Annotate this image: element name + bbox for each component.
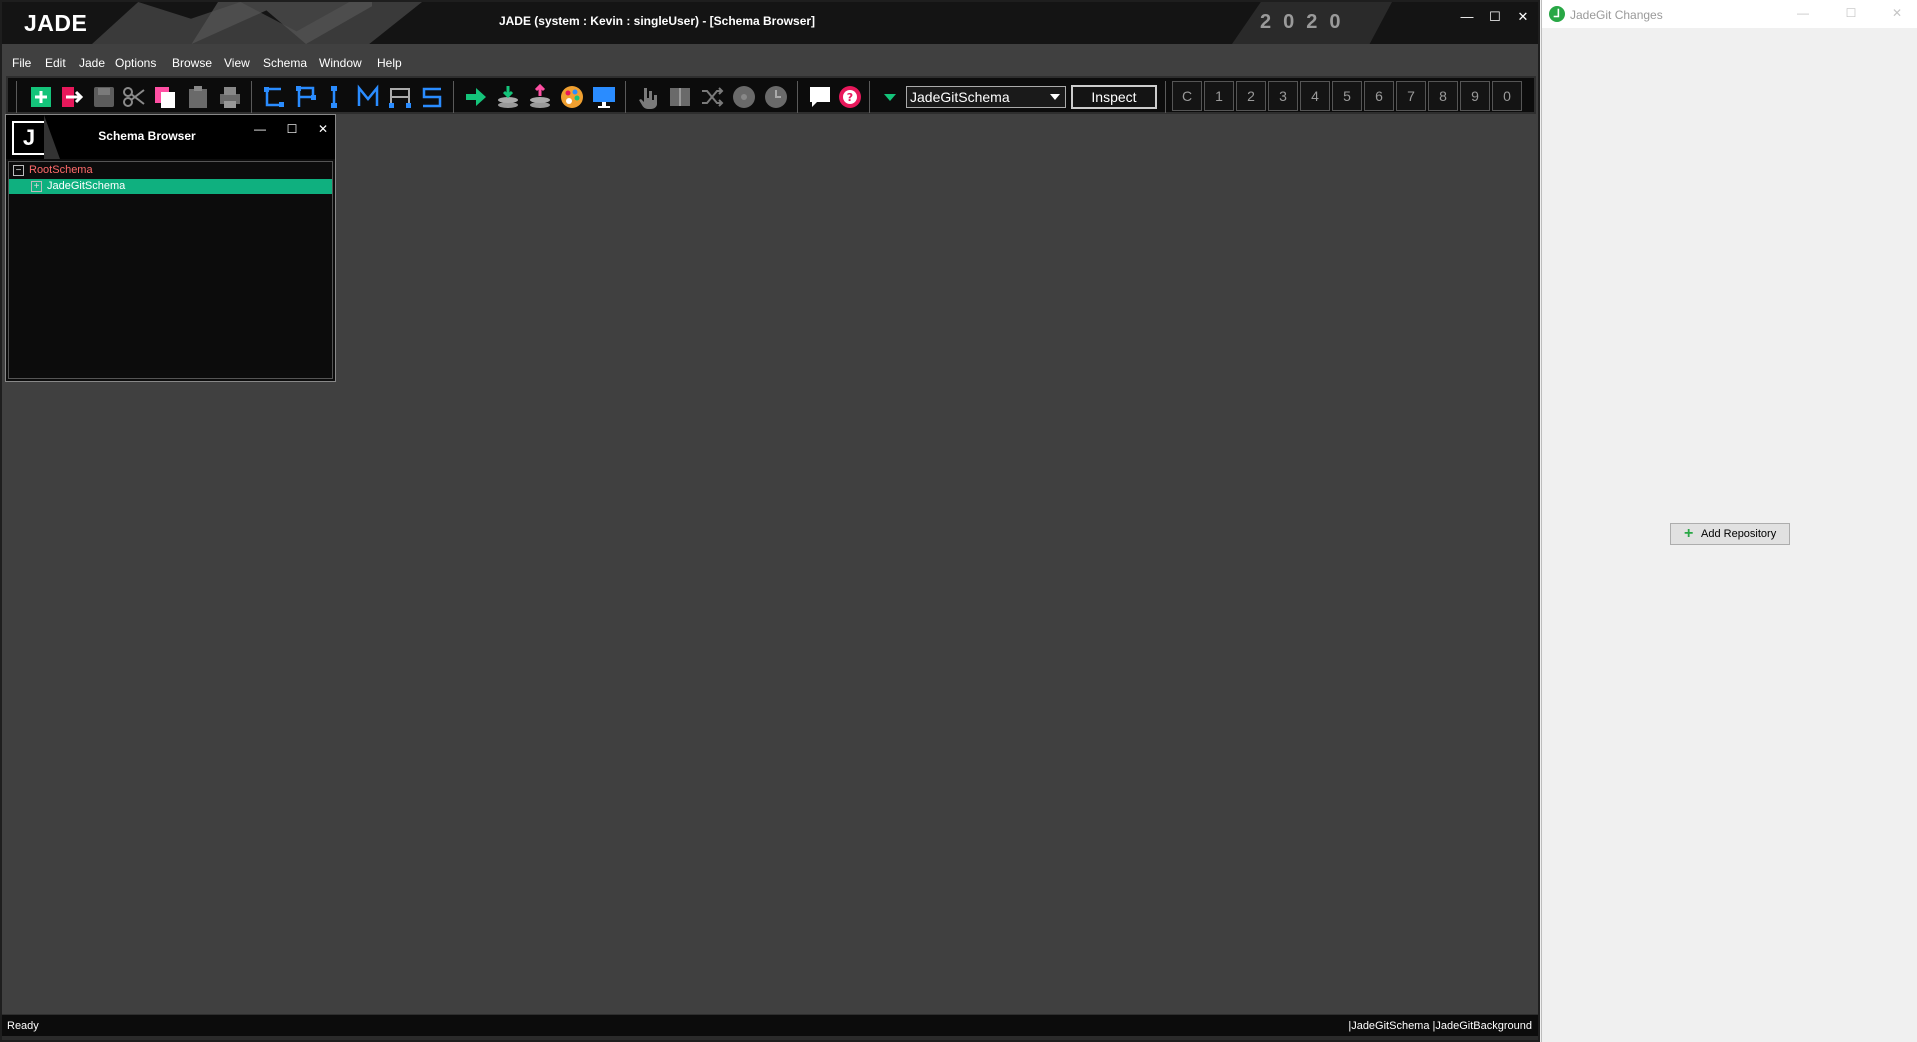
- schema-browser-title: Schema Browser: [98, 129, 196, 143]
- add-icon[interactable]: [28, 84, 54, 110]
- toolbar-separator: [797, 81, 798, 113]
- jadegit-title-bar: ⅃ JadeGit Changes — ☐ ✕: [1542, 0, 1917, 28]
- gp-close-button[interactable]: ✕: [1886, 5, 1908, 21]
- schema-browser-icon[interactable]: [419, 84, 445, 110]
- svg-text:?: ?: [847, 91, 853, 104]
- load-icon[interactable]: [495, 84, 521, 110]
- disc-icon[interactable]: [731, 84, 757, 110]
- tree-item-label: RootSchema: [29, 164, 93, 176]
- help-icon[interactable]: ?: [837, 84, 863, 110]
- tree-item-jadegitschema[interactable]: + JadeGitSchema: [9, 179, 332, 194]
- shortcut-button-2[interactable]: 2: [1236, 81, 1266, 111]
- schema-browser-window: J Schema Browser — ☐ ✕ − RootSchema + Ja…: [5, 114, 336, 382]
- extract-icon[interactable]: [527, 84, 553, 110]
- cut-icon[interactable]: [121, 84, 147, 110]
- maximize-button[interactable]: ☐: [1482, 6, 1508, 28]
- status-text: Ready: [7, 1020, 39, 1032]
- primitive-browser-icon[interactable]: [293, 84, 319, 110]
- jadegit-logo-icon: ⅃: [1549, 6, 1565, 22]
- version-year: 2020: [1260, 11, 1353, 33]
- comment-icon[interactable]: [807, 84, 833, 110]
- status-bar: Ready |JadeGitSchema |JadeGitBackground: [2, 1014, 1538, 1038]
- menu-file[interactable]: File: [12, 56, 31, 70]
- minimize-button[interactable]: —: [1454, 6, 1480, 28]
- jade-main-window: JADE JADE (system : Kevin : singleUser) …: [0, 0, 1540, 1042]
- bottom-edge: [2, 1036, 1538, 1040]
- book-icon[interactable]: [667, 84, 693, 110]
- sb-minimize-button[interactable]: —: [249, 121, 271, 137]
- menu-options[interactable]: Options: [115, 56, 156, 70]
- method-browser-icon[interactable]: [355, 84, 381, 110]
- jadegit-title: JadeGit Changes: [1570, 8, 1663, 22]
- application-browser-icon[interactable]: [387, 84, 413, 110]
- shortcut-button-1[interactable]: 1: [1204, 81, 1234, 111]
- schema-browser-title-bar: J Schema Browser — ☐ ✕: [6, 115, 335, 159]
- jadegit-changes-window: ⅃ JadeGit Changes — ☐ ✕ + Add Repository: [1541, 0, 1917, 1042]
- toolbar-separator: [251, 81, 252, 113]
- status-schema-info: |JadeGitSchema |JadeGitBackground: [1348, 1020, 1532, 1032]
- menu-window[interactable]: Window: [319, 56, 362, 70]
- remove-icon[interactable]: [59, 84, 85, 110]
- clock-icon[interactable]: [763, 84, 789, 110]
- toolbar-separator: [453, 81, 454, 113]
- class-browser-icon[interactable]: [261, 84, 287, 110]
- sb-maximize-button[interactable]: ☐: [281, 121, 303, 137]
- schema-select-value: JadeGitSchema: [910, 89, 1010, 105]
- menu-jade[interactable]: Jade: [79, 56, 105, 70]
- interface-browser-icon[interactable]: [321, 84, 347, 110]
- tree-item-rootschema[interactable]: − RootSchema: [9, 163, 332, 178]
- jade-j-logo: J: [12, 121, 46, 155]
- hand-icon[interactable]: [635, 84, 661, 110]
- menu-help[interactable]: Help: [377, 56, 402, 70]
- menu-browse[interactable]: Browse: [172, 56, 212, 70]
- shortcut-button-8[interactable]: 8: [1428, 81, 1458, 111]
- run-icon[interactable]: [463, 84, 489, 110]
- shortcut-button-4[interactable]: 4: [1300, 81, 1330, 111]
- collapse-icon[interactable]: −: [13, 165, 24, 176]
- gp-minimize-button[interactable]: —: [1792, 5, 1814, 21]
- shortcut-button-9[interactable]: 9: [1460, 81, 1490, 111]
- shortcut-button-3[interactable]: 3: [1268, 81, 1298, 111]
- save-icon[interactable]: [91, 84, 117, 110]
- palette-icon[interactable]: [559, 84, 585, 110]
- sb-close-button[interactable]: ✕: [312, 121, 334, 137]
- expand-icon[interactable]: +: [31, 181, 42, 192]
- toolbar-separator: [16, 81, 17, 113]
- copy-icon[interactable]: [153, 84, 179, 110]
- shortcut-button-c[interactable]: C: [1172, 81, 1202, 111]
- shortcut-button-5[interactable]: 5: [1332, 81, 1362, 111]
- menu-edit[interactable]: Edit: [45, 56, 66, 70]
- add-repository-label: Add Repository: [1701, 528, 1777, 540]
- add-repository-button[interactable]: + Add Repository: [1670, 523, 1790, 545]
- shortcut-button-0[interactable]: 0: [1492, 81, 1522, 111]
- toolbar-separator: [869, 81, 870, 113]
- tree-item-label: JadeGitSchema: [47, 180, 126, 192]
- plus-icon: +: [1684, 525, 1694, 542]
- title-bar: JADE JADE (system : Kevin : singleUser) …: [2, 2, 1538, 44]
- logo-decoration: [44, 115, 60, 159]
- menu-view[interactable]: View: [224, 56, 250, 70]
- schema-select[interactable]: JadeGitSchema: [906, 86, 1066, 108]
- chevron-down-icon: [1050, 94, 1060, 100]
- menu-schema[interactable]: Schema: [263, 56, 307, 70]
- window-title: JADE (system : Kevin : singleUser) - [Sc…: [498, 14, 816, 28]
- toolbar: ? JadeGitSchema Inspect C 1 2 3 4 5 6 7 …: [6, 76, 1536, 114]
- monitor-icon[interactable]: [591, 84, 617, 110]
- dropdown-arrow-icon[interactable]: [877, 84, 903, 110]
- inspect-button[interactable]: Inspect: [1071, 85, 1157, 109]
- shortcut-button-6[interactable]: 6: [1364, 81, 1394, 111]
- shortcut-button-7[interactable]: 7: [1396, 81, 1426, 111]
- toolbar-separator: [625, 81, 626, 113]
- schema-tree[interactable]: − RootSchema + JadeGitSchema: [8, 161, 333, 379]
- paste-icon[interactable]: [185, 84, 211, 110]
- menu-bar: File Edit Jade Options Browse View Schem…: [2, 52, 1538, 74]
- gp-maximize-button[interactable]: ☐: [1840, 5, 1862, 21]
- shuffle-icon[interactable]: [699, 84, 725, 110]
- toolbar-separator: [1165, 81, 1166, 113]
- close-button[interactable]: ✕: [1510, 6, 1536, 28]
- print-icon[interactable]: [217, 84, 243, 110]
